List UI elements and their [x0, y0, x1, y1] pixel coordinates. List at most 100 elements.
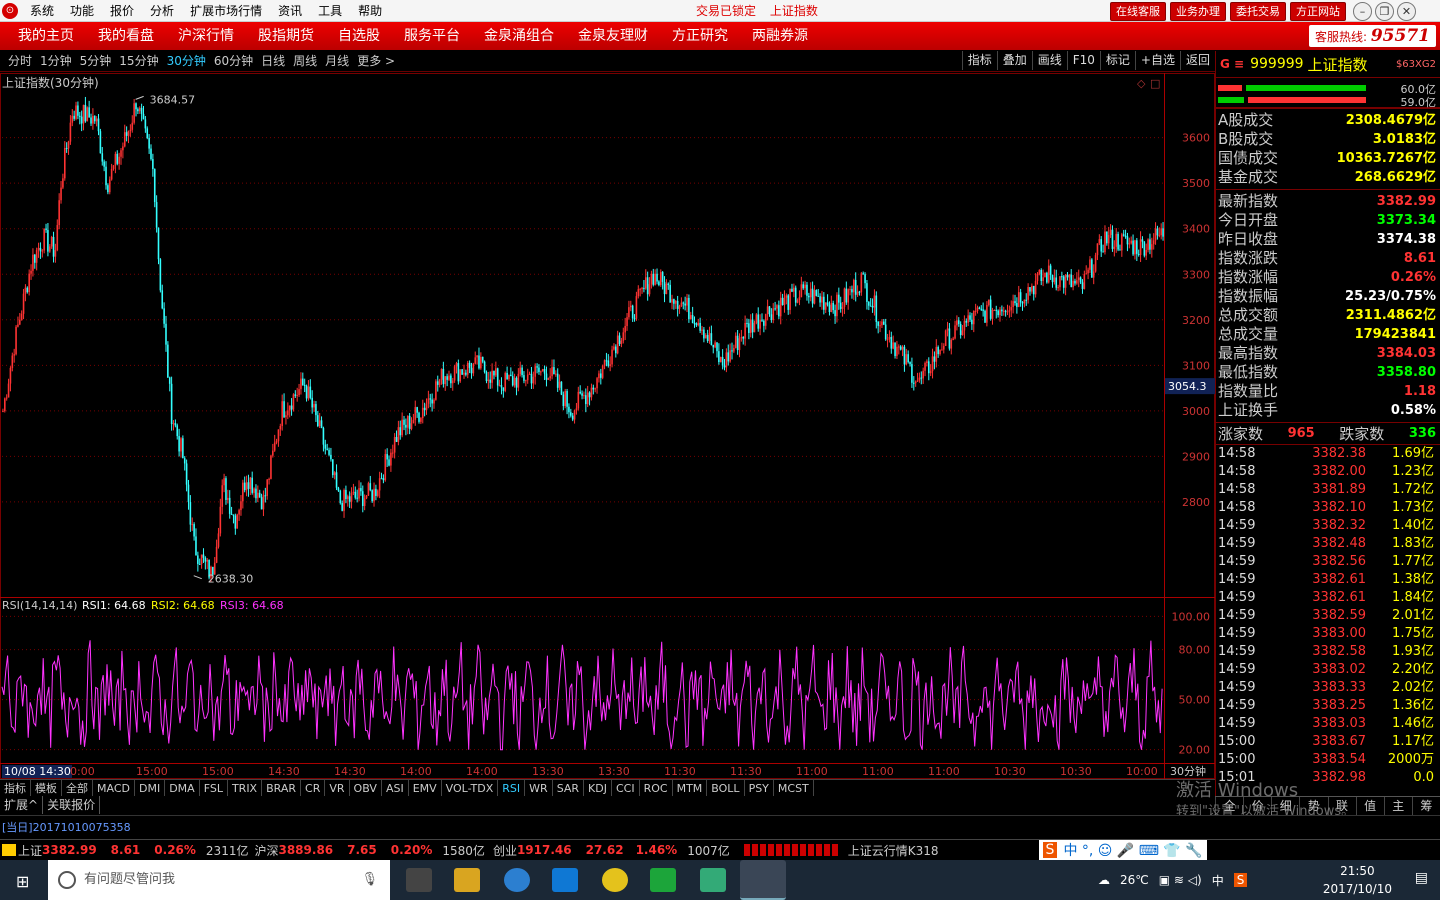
tick-row[interactable]: 14:58 3382.10 1.73亿 [1216, 499, 1440, 517]
indicator-tab-18[interactable]: KDJ [584, 780, 612, 796]
tick-row[interactable]: 14:59 3383.25 1.36亿 [1216, 697, 1440, 715]
news-bar[interactable]: [当日]20171010075358 [0, 815, 1440, 839]
indicator-tab-16[interactable]: WR [525, 780, 553, 796]
period-4[interactable]: 30分钟 [163, 51, 210, 72]
mic-icon[interactable]: 🎙 [361, 860, 378, 900]
tool-2[interactable]: 画线 [1031, 51, 1067, 70]
indicator-tab-4[interactable]: DMI [135, 780, 166, 796]
indicator-tab-2[interactable]: 全部 [62, 780, 93, 796]
tick-row[interactable]: 14:58 3382.00 1.23亿 [1216, 463, 1440, 481]
menu-item-system[interactable]: 系统 [22, 0, 62, 22]
edge-icon[interactable] [552, 868, 578, 892]
tick-row[interactable]: 14:59 3383.02 2.20亿 [1216, 661, 1440, 679]
period-2[interactable]: 5分钟 [76, 51, 116, 72]
indicator-tab-14[interactable]: VOL-TDX [442, 780, 499, 796]
period-9[interactable]: 更多 > [353, 51, 399, 72]
period-3[interactable]: 15分钟 [115, 51, 162, 72]
ime-toolbar[interactable]: S中 °, ☺ 🎤 ⌨ 👕 🔧 [1038, 839, 1207, 861]
windows-start-icon[interactable]: ⊞ [16, 872, 29, 891]
tick-row[interactable]: 14:59 3382.56 1.77亿 [1216, 553, 1440, 571]
tick-row[interactable]: 14:59 3382.48 1.83亿 [1216, 535, 1440, 553]
indicator-tab-10[interactable]: VR [325, 780, 350, 796]
indicator-tab-3[interactable]: MACD [93, 780, 135, 796]
tick-row[interactable]: 14:59 3383.03 1.46亿 [1216, 715, 1440, 733]
indicator-tab-22[interactable]: BOLL [707, 780, 745, 796]
tool-3[interactable]: F10 [1066, 51, 1100, 70]
weather-icon[interactable]: ☁ [1098, 873, 1110, 887]
nav-home[interactable]: 我的主页 [6, 22, 86, 50]
menu-item-function[interactable]: 功能 [62, 0, 102, 22]
indicator-tab-6[interactable]: FSL [200, 780, 228, 796]
cloud-quote[interactable]: 上证云行情K318 [848, 842, 939, 859]
menu-item-analysis[interactable]: 分析 [142, 0, 182, 22]
trade-button[interactable]: 委托交易 [1230, 2, 1286, 21]
period-0[interactable]: 分时 [4, 51, 36, 72]
menu-item-help[interactable]: 帮助 [350, 0, 390, 22]
tick-list[interactable]: 14:58 3382.38 1.69亿 14:58 3382.00 1.23亿 14:58 3… [1216, 444, 1440, 787]
indicator-tab-12[interactable]: ASI [382, 780, 409, 796]
website-button[interactable]: 方正网站 [1290, 2, 1346, 21]
nav-finance[interactable]: 金泉友理财 [566, 22, 660, 50]
quote-tab-6[interactable]: 主 [1383, 797, 1412, 815]
indicator-tab-9[interactable]: CR [301, 780, 326, 796]
app-icon-1[interactable] [602, 868, 628, 892]
menu-item-ext-market[interactable]: 扩展市场行情 [182, 0, 270, 22]
business-button[interactable]: 业务办理 [1170, 2, 1226, 21]
period-1[interactable]: 1分钟 [36, 51, 76, 72]
sogou-tray-icon[interactable]: S [1233, 873, 1248, 887]
founder-app-icon[interactable] [740, 860, 786, 900]
quote-tab-7[interactable]: 筹 [1411, 797, 1440, 815]
cortana-search[interactable]: 有问题尽管问我 🎙 [48, 860, 390, 900]
tool-1[interactable]: 叠加 [996, 51, 1032, 70]
tick-row[interactable]: 15:00 3383.54 2000万 [1216, 751, 1440, 769]
tick-row[interactable]: 14:59 3382.61 1.38亿 [1216, 571, 1440, 589]
tray-icons[interactable]: ▣ ≋ ◁) [1159, 873, 1202, 887]
clock[interactable]: 21:50 2017/10/10 [1323, 862, 1392, 898]
tool-6[interactable]: 返回 [1179, 51, 1215, 70]
restore-icon[interactable]: ❐ [1375, 2, 1394, 21]
indicator-tab-7[interactable]: TRIX [228, 780, 263, 796]
indicator-tab-0[interactable]: 指标 [0, 780, 31, 796]
tick-row[interactable]: 15:00 3383.67 1.17亿 [1216, 733, 1440, 751]
store-icon[interactable] [406, 868, 432, 892]
tick-row[interactable]: 14:59 3382.61 1.84亿 [1216, 589, 1440, 607]
period-7[interactable]: 周线 [289, 51, 321, 72]
tick-row[interactable]: 14:58 3381.89 1.72亿 [1216, 481, 1440, 499]
nav-market[interactable]: 沪深行情 [166, 22, 246, 50]
indicator-tab-24[interactable]: MCST [774, 780, 814, 796]
indicator-tab-13[interactable]: EMV [409, 780, 442, 796]
nav-futures[interactable]: 股指期货 [246, 22, 326, 50]
period-8[interactable]: 月线 [321, 51, 353, 72]
quote-tab-5[interactable]: 值 [1355, 797, 1384, 815]
period-5[interactable]: 60分钟 [210, 51, 257, 72]
tab-expand[interactable]: 扩展^ [0, 796, 44, 814]
tick-row[interactable]: 14:58 3382.38 1.69亿 [1216, 445, 1440, 463]
tick-row[interactable]: 14:59 3383.33 2.02亿 [1216, 679, 1440, 697]
tick-row[interactable]: 14:59 3382.32 1.40亿 [1216, 517, 1440, 535]
period-6[interactable]: 日线 [257, 51, 289, 72]
notification-icon[interactable]: ▤ [1415, 870, 1428, 886]
nav-portfolio[interactable]: 金泉涌组合 [472, 22, 566, 50]
news-item[interactable]: [当日]20171010075358 [0, 821, 131, 834]
app-icon-2[interactable] [650, 868, 676, 892]
nav-research[interactable]: 方正研究 [660, 22, 740, 50]
nav-favorites[interactable]: 自选股 [326, 22, 392, 50]
indicator-tab-19[interactable]: CCI [612, 780, 640, 796]
ime-indicator[interactable]: 中 [1212, 872, 1224, 889]
indicator-tab-11[interactable]: OBV [350, 780, 382, 796]
indicator-tab-23[interactable]: PSY [745, 780, 774, 796]
online-service-button[interactable]: 在线客服 [1110, 2, 1166, 21]
tick-row[interactable]: 14:59 3382.58 1.93亿 [1216, 643, 1440, 661]
nav-service[interactable]: 服务平台 [392, 22, 472, 50]
tool-0[interactable]: 指标 [961, 51, 997, 70]
menu-item-quote[interactable]: 报价 [102, 0, 142, 22]
indicator-tab-5[interactable]: DMA [165, 780, 200, 796]
indicator-tab-1[interactable]: 模板 [31, 780, 62, 796]
nav-watch[interactable]: 我的看盘 [86, 22, 166, 50]
minimize-icon[interactable]: – [1353, 2, 1372, 21]
menu-item-tools[interactable]: 工具 [310, 0, 350, 22]
indicator-tab-15[interactable]: RSI [498, 780, 526, 796]
menu-item-news[interactable]: 资讯 [270, 0, 310, 22]
tab-related-quote[interactable]: 关联报价 [43, 796, 101, 814]
app-icon-3[interactable] [700, 868, 726, 892]
